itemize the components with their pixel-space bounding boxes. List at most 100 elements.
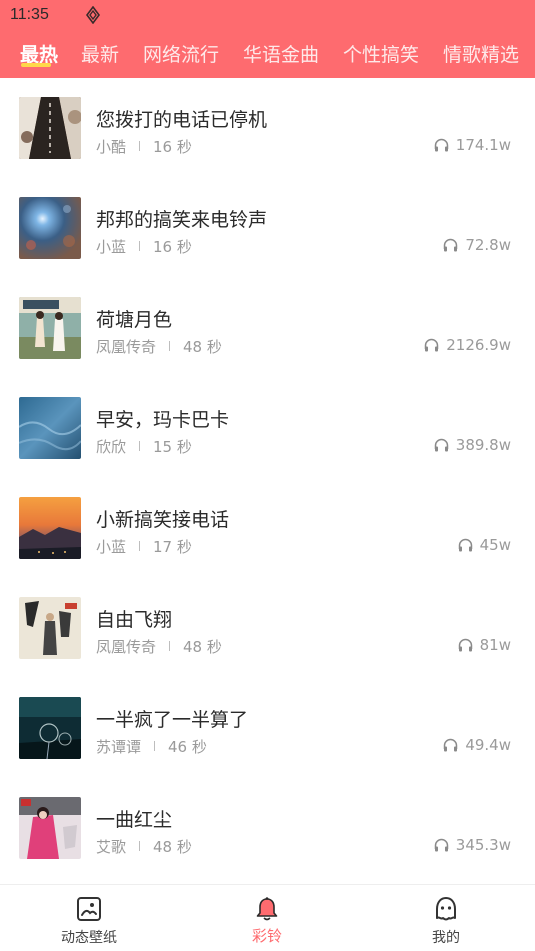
artist-name: 凤凰传奇	[96, 338, 157, 356]
artist-name: 小蓝	[96, 538, 127, 556]
play-count-value: 2126.9w	[446, 336, 511, 354]
duration: 16 秒	[153, 238, 192, 256]
bottom-nav: 动态壁纸 彩铃 我的	[0, 884, 535, 951]
play-count: 45w	[458, 536, 511, 554]
tab-chinese-classics[interactable]: 华语金曲	[243, 40, 319, 67]
nav-label: 动态壁纸	[61, 930, 117, 946]
cover-thumbnail	[19, 97, 81, 159]
meta-divider	[139, 841, 141, 851]
header: 11:35 最热 最新 网络流行 华语金曲 个性搞笑 情歌精选	[0, 0, 535, 78]
ringtone-meta: 小酷 16 秒	[96, 136, 192, 157]
ringtone-meta: 凤凰传奇 48 秒	[96, 336, 222, 357]
headphones-icon	[434, 138, 449, 152]
meta-divider	[154, 741, 156, 751]
ringtone-screen: 11:35 最热 最新 网络流行 华语金曲 个性搞笑 情歌精选 您拨打的电话已停…	[0, 0, 535, 951]
artist-name: 小蓝	[96, 238, 127, 256]
tab-internet-popular[interactable]: 网络流行	[143, 40, 219, 67]
nav-label: 彩铃	[251, 927, 282, 945]
list-item[interactable]: 荷塘月色 凤凰传奇 48 秒 2126.9w	[0, 278, 535, 378]
cover-thumbnail	[19, 497, 81, 559]
cover-thumbnail	[19, 697, 81, 759]
status-time: 11:35	[10, 6, 49, 23]
headphones-icon	[444, 238, 458, 252]
bell-icon	[256, 897, 278, 921]
nav-label: 我的	[432, 930, 460, 946]
headphones-icon	[458, 638, 472, 652]
meta-divider	[139, 441, 141, 451]
ringtone-title: 小新搞笑接电话	[96, 509, 230, 531]
cover-thumbnail	[19, 397, 81, 459]
play-count: 174.1w	[434, 136, 511, 154]
list-item[interactable]: 早安，玛卡巴卡 欣欣 15 秒 389.8w	[0, 378, 535, 478]
profile-icon	[436, 897, 456, 921]
duration: 15 秒	[153, 438, 192, 456]
list-item[interactable]: 邦邦的搞笑来电铃声 小蓝 16 秒 72.8w	[0, 178, 535, 278]
play-count-value: 49.4w	[465, 736, 511, 754]
nav-wallpaper[interactable]: 动态壁纸	[29, 885, 149, 951]
ringtone-meta: 欣欣 15 秒	[96, 436, 192, 457]
tab-funny[interactable]: 个性搞笑	[343, 40, 419, 67]
ringtone-meta: 小蓝 16 秒	[96, 236, 192, 257]
ringtone-title: 一半疯了一半算了	[96, 709, 249, 731]
artist-name: 欣欣	[96, 438, 127, 456]
list-item[interactable]: 小新搞笑接电话 小蓝 17 秒 45w	[0, 478, 535, 578]
tab-new[interactable]: 最新	[81, 40, 119, 67]
play-count-value: 345.3w	[455, 836, 511, 854]
artist-name: 小酷	[96, 138, 127, 156]
ringtone-list: 您拨打的电话已停机 小酷 16 秒 174.1w 邦邦的搞笑来电铃声 小蓝 16 秒	[0, 78, 535, 883]
duration: 48 秒	[183, 638, 222, 656]
duration: 48 秒	[153, 838, 192, 856]
ringtone-title: 荷塘月色	[96, 309, 173, 331]
headphones-icon	[434, 838, 449, 852]
list-item[interactable]: 您拨打的电话已停机 小酷 16 秒 174.1w	[0, 78, 535, 178]
duration: 17 秒	[153, 538, 192, 556]
artist-name: 苏谭谭	[96, 738, 142, 756]
duration: 48 秒	[183, 338, 222, 356]
list-item[interactable]: 一曲红尘 艾歌 48 秒 345.3w	[0, 778, 535, 878]
play-count-value: 81w	[479, 636, 511, 654]
cover-thumbnail	[19, 297, 81, 359]
list-item[interactable]: 自由飞翔 凤凰传奇 48 秒 81w	[0, 578, 535, 678]
ringtone-meta: 小蓝 17 秒	[96, 536, 192, 557]
play-count: 389.8w	[434, 436, 511, 454]
play-count: 2126.9w	[424, 336, 511, 354]
ringtone-meta: 艾歌 48 秒	[96, 836, 192, 857]
cover-thumbnail	[19, 797, 81, 859]
category-tabs: 最热 最新 网络流行 华语金曲 个性搞笑 情歌精选	[0, 40, 535, 70]
headphones-icon	[444, 738, 458, 752]
meta-divider	[139, 241, 141, 251]
play-count: 72.8w	[443, 236, 511, 254]
artist-name: 凤凰传奇	[96, 638, 157, 656]
ringtone-meta: 凤凰传奇 48 秒	[96, 636, 222, 657]
ringtone-title: 您拨打的电话已停机	[96, 109, 268, 131]
cover-thumbnail	[19, 197, 81, 259]
play-count: 49.4w	[443, 736, 511, 754]
meta-divider	[139, 541, 141, 551]
app-notification-icon	[86, 6, 100, 24]
ringtone-title: 一曲红尘	[96, 809, 173, 831]
play-count-value: 174.1w	[455, 136, 511, 154]
tab-love-songs[interactable]: 情歌精选	[443, 40, 519, 67]
cover-thumbnail	[19, 597, 81, 659]
nav-profile[interactable]: 我的	[386, 885, 506, 951]
meta-divider	[169, 341, 171, 351]
headphones-icon	[434, 438, 449, 452]
meta-divider	[169, 641, 171, 651]
duration: 46 秒	[168, 738, 207, 756]
headphones-icon	[458, 538, 472, 552]
wallpaper-icon	[77, 897, 101, 921]
headphones-icon	[424, 338, 439, 352]
play-count-value: 389.8w	[455, 436, 511, 454]
duration: 16 秒	[153, 138, 192, 156]
nav-ringtone[interactable]: 彩铃	[207, 885, 327, 951]
ringtone-title: 早安，玛卡巴卡	[96, 409, 230, 431]
play-count-value: 72.8w	[465, 236, 511, 254]
play-count-value: 45w	[479, 536, 511, 554]
list-item[interactable]: 一半疯了一半算了 苏谭谭 46 秒 49.4w	[0, 678, 535, 778]
tab-indicator	[21, 63, 51, 67]
meta-divider	[139, 141, 141, 151]
ringtone-title: 邦邦的搞笑来电铃声	[96, 209, 268, 231]
play-count: 81w	[458, 636, 511, 654]
artist-name: 艾歌	[96, 838, 127, 856]
ringtone-meta: 苏谭谭 46 秒	[96, 736, 207, 757]
